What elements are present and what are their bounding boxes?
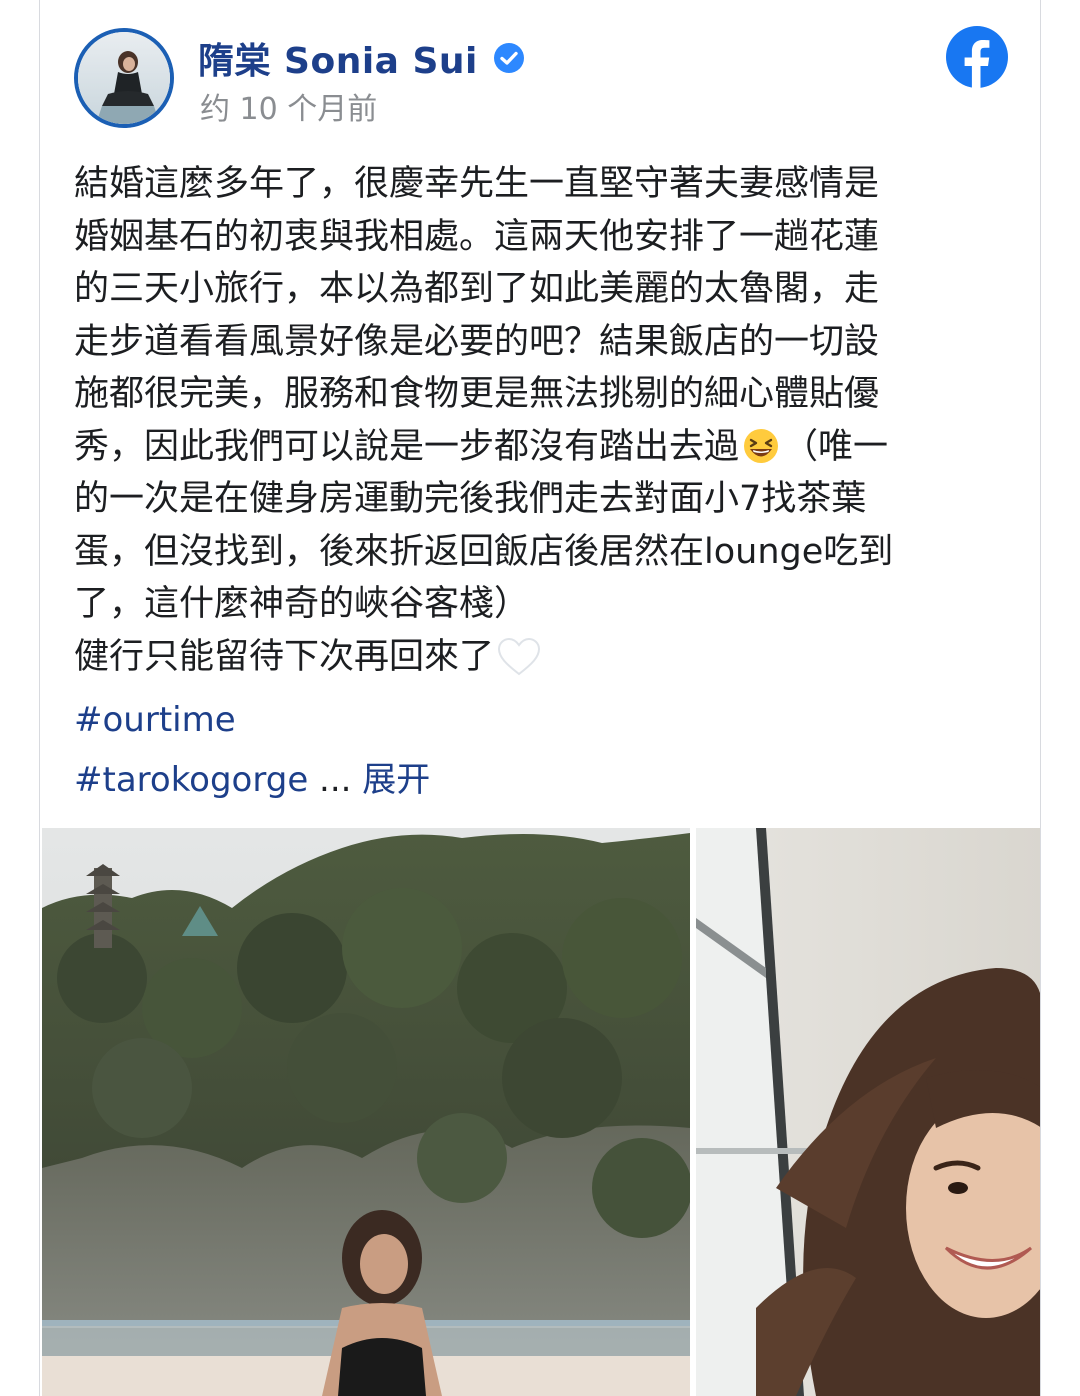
- author-header: 隋棠 Sonia Sui: [198, 36, 526, 82]
- truncation-ellipsis: ...: [319, 760, 352, 800]
- post-body-line: 的三天小旅行，本以為都到了如此美麗的太魯閣，走: [74, 269, 880, 309]
- author-name[interactable]: 隋棠 Sonia Sui: [198, 32, 478, 84]
- facebook-post-card: 隋棠 Sonia Sui 约 10 个月前 結婚這麼多年了，很慶幸先生一直堅守著…: [39, 0, 1041, 1396]
- expand-button[interactable]: 展开: [362, 760, 430, 800]
- post-body-line: 施都很完美，服務和食物更是無法挑剔的細心體貼優: [74, 374, 880, 414]
- white-heart-icon: [498, 637, 541, 675]
- post-body-line: 走步道看看風景好像是必要的吧？結果飯店的一切設: [74, 321, 880, 362]
- facebook-logo-icon[interactable]: [944, 24, 1010, 90]
- verified-badge-icon: [493, 43, 524, 73]
- post-body-line: 蛋，但沒找到，後來折返回飯店後居然在lounge吃到: [74, 531, 894, 572]
- post-timestamp[interactable]: 约 10 个月前: [200, 84, 377, 128]
- hashtag-tarokogorge[interactable]: #tarokogorge: [74, 760, 308, 800]
- gorge-photo-image: [42, 828, 690, 1396]
- selfie-photo-image: [696, 828, 1040, 1396]
- hashtag-ourtime[interactable]: #ourtime: [74, 700, 236, 740]
- post-body-line-with-heart: 健行只能留待下次再回來了: [74, 631, 1014, 684]
- post-body-line-with-emoji: 秀，因此我們可以說是一步都沒有踏出去過 （唯一: [74, 421, 1014, 474]
- post-body-line: 婚姻基石的初衷與我相處。這兩天他安排了一趟花蓮: [74, 216, 880, 257]
- post-body-line: 的一次是在健身房運動完後我們走去對面小7找茶葉: [74, 479, 867, 519]
- post-body-line: 結婚這麼多年了，很慶幸先生一直堅守著夫妻感情是: [74, 164, 880, 204]
- post-body-text: （唯一: [783, 426, 889, 467]
- laughing-emoji-icon: [744, 428, 779, 463]
- post-photo-gorge[interactable]: [42, 828, 690, 1396]
- post-photo-selfie[interactable]: [696, 828, 1040, 1396]
- post-body-text: 健行只能留待下次再回來了: [74, 636, 495, 677]
- post-body-text: 秀，因此我們可以說是一步都沒有踏出去過: [74, 426, 740, 467]
- post-body: 結婚這麼多年了，很慶幸先生一直堅守著夫妻感情是 婚姻基石的初衷與我相處。這兩天他…: [74, 158, 1014, 683]
- post-body-line: 了，這什麼神奇的峽谷客棧）: [74, 584, 530, 624]
- author-avatar[interactable]: [74, 28, 174, 128]
- hashtag-row: #tarokogorge ... 展开: [74, 752, 430, 801]
- avatar-photo: [78, 32, 170, 124]
